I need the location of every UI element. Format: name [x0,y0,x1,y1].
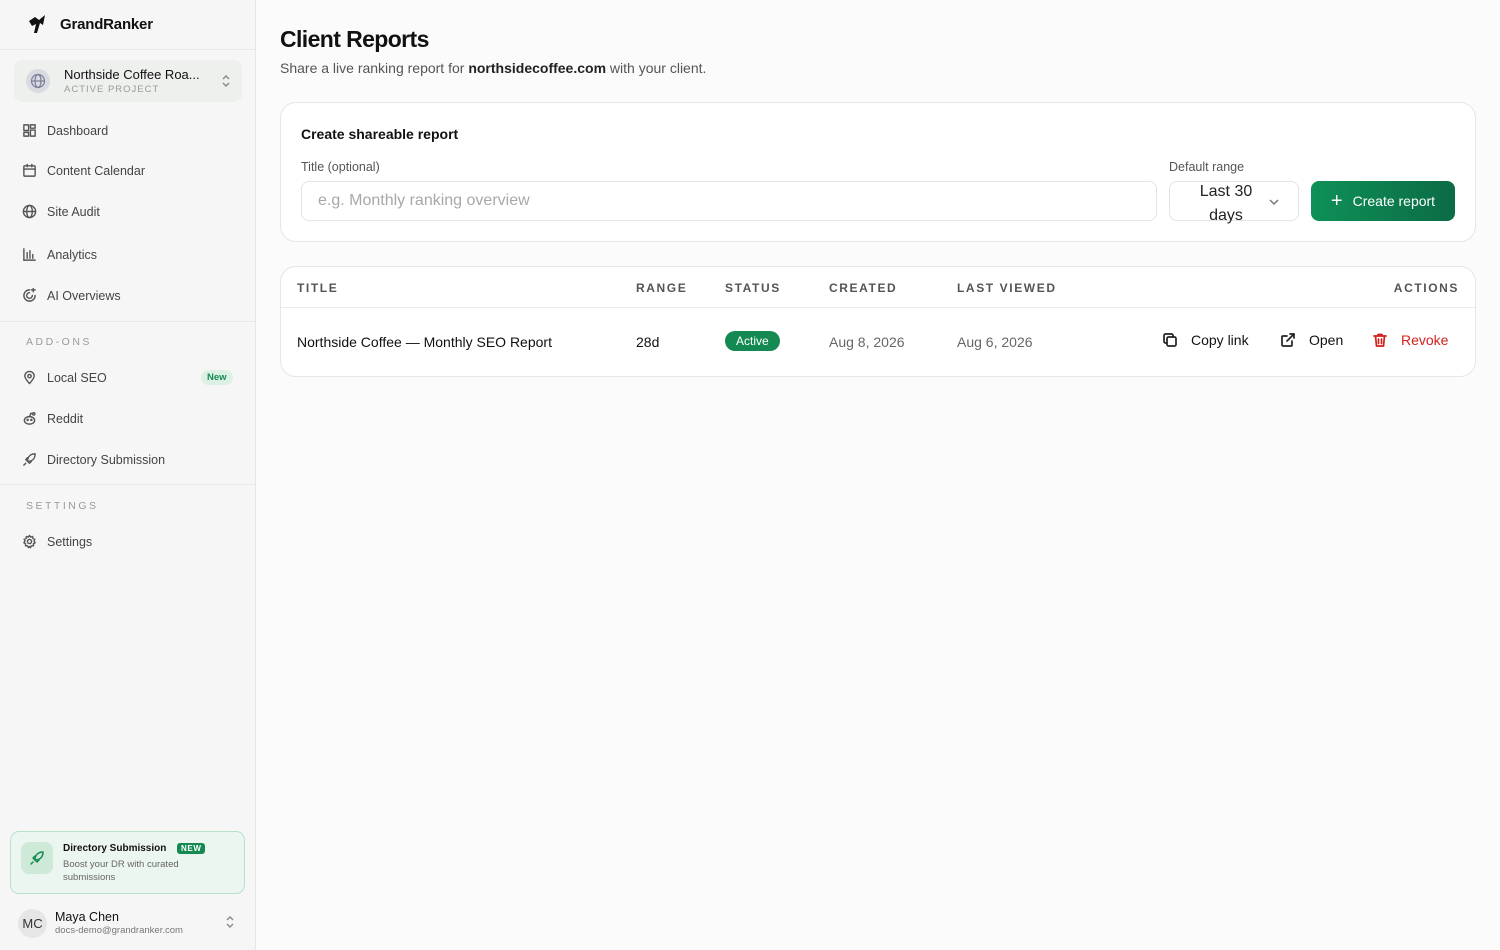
column-header-title: TITLE [297,281,339,295]
sidebar-item-dashboard[interactable]: Dashboard [22,123,108,138]
divider [0,484,255,485]
gear-icon [23,534,36,549]
dashboard-icon [23,124,36,137]
new-badge: New [201,370,233,385]
sidebar-item-reddit[interactable]: Reddit [22,411,83,426]
promo-new-badge: NEW [177,843,206,854]
copy-link-button[interactable]: Copy link [1162,332,1249,348]
brand[interactable]: GrandRanker [26,13,153,35]
addons-section-label: ADD-ONS [26,336,92,348]
column-header-range: RANGE [636,281,688,295]
reports-table: TITLE RANGE STATUS CREATED LAST VIEWED A… [280,266,1476,377]
promo-title: Directory Submission [63,843,167,854]
sidebar-item-local-seo[interactable]: Local SEO [22,370,107,385]
sidebar-item-content-calendar[interactable]: Content Calendar [22,163,145,178]
divider [0,321,255,322]
create-report-card: Create shareable report Title (optional)… [280,102,1476,242]
open-report-button[interactable]: Open [1280,332,1343,348]
trash-icon [1373,333,1387,347]
user-name: Maya Chen [55,910,119,924]
table-header-divider [281,307,1475,308]
settings-section-label: SETTINGS [26,500,99,512]
report-title-input[interactable] [301,181,1157,221]
sidebar-item-site-audit[interactable]: Site Audit [22,204,100,219]
sidebar-item-settings[interactable]: Settings [22,534,92,549]
range-select-value: Last 30 days [1199,183,1253,224]
sidebar-item-ai-overviews[interactable]: AI Overviews [22,288,121,303]
sidebar-item-label: Reddit [47,411,84,426]
page-title: Client Reports [280,26,429,52]
report-created-cell: Aug 8, 2026 [829,334,905,350]
report-title-cell: Northside Coffee — Monthly SEO Report [297,334,552,350]
project-sublabel: ACTIVE PROJECT [64,84,160,95]
sidebar-item-label: Site Audit [47,204,100,219]
column-header-created: CREATED [829,281,898,295]
chevron-down-icon [1269,199,1279,206]
sidebar-item-label: Directory Submission [47,452,166,467]
external-link-icon [1281,333,1295,347]
sidebar-item-analytics[interactable]: Analytics [22,247,97,262]
revoke-report-label: Revoke [1401,332,1449,348]
directory-submission-promo[interactable]: Directory Submission NEW Boost your DR w… [10,831,245,894]
report-last-viewed-cell: Aug 6, 2026 [957,334,1033,350]
subtitle-suffix: with your client. [606,60,707,76]
column-header-actions: ACTIONS [1393,281,1459,295]
project-globe-icon [26,69,50,93]
title-field-label: Title (optional) [301,160,380,174]
copy-link-label: Copy link [1191,332,1249,348]
sidebar-item-label: Settings [47,534,93,549]
app-name: GrandRanker [60,15,153,33]
avatar: MC [18,908,47,938]
user-email: docs-demo@grandranker.com [55,925,183,936]
copy-icon [1163,333,1177,347]
divider [0,49,255,50]
project-switcher[interactable]: Northside Coffee Roa... ACTIVE PROJECT [14,60,242,102]
default-range-select[interactable]: Last 30 days [1169,181,1299,224]
rocket-icon [23,453,36,466]
sidebar-item-label: Content Calendar [47,163,145,178]
promo-description: Boost your DR with curated submissions [63,859,179,883]
globe-icon [22,204,37,219]
open-report-label: Open [1309,332,1344,348]
sidebar-item-label: Local SEO [47,370,107,385]
user-menu[interactable]: MC Maya Chen docs-demo@grandranker.com [18,907,248,939]
sidebar-item-label: Analytics [47,247,98,262]
page-subtitle: Share a live ranking report for northsid… [280,60,706,76]
sidebar-item-label: AI Overviews [47,288,121,303]
create-report-button[interactable]: + Create report [1311,181,1455,221]
status-badge: Active [725,331,780,351]
sidebar-item-label: Dashboard [47,123,109,138]
ai-overviews-icon [23,288,36,302]
reddit-icon [23,411,36,425]
project-domain: northsidecoffee.com [468,60,607,76]
chevron-up-down-icon [222,75,230,87]
report-range-cell: 28d [636,334,660,350]
grandranker-logo-icon [29,15,45,33]
sidebar: GrandRanker Northside Coffee Roa... ACTI… [0,0,256,950]
column-header-status: STATUS [725,281,781,295]
range-field-label: Default range [1169,160,1245,174]
create-report-label: Create report [1352,193,1436,209]
rocket-icon [21,842,53,874]
plus-icon: + [1330,190,1343,212]
calendar-icon [23,163,36,177]
column-header-last-viewed: LAST VIEWED [957,281,1057,295]
project-name: Northside Coffee Roa... [64,67,200,82]
bar-chart-icon [23,248,36,261]
chevron-up-down-icon [226,916,234,928]
revoke-report-button[interactable]: Revoke [1372,332,1448,348]
create-report-heading: Create shareable report [301,126,459,142]
map-pin-icon [24,370,35,385]
subtitle-prefix: Share a live ranking report for [280,60,469,76]
sidebar-item-directory-submission[interactable]: Directory Submission [22,452,165,467]
